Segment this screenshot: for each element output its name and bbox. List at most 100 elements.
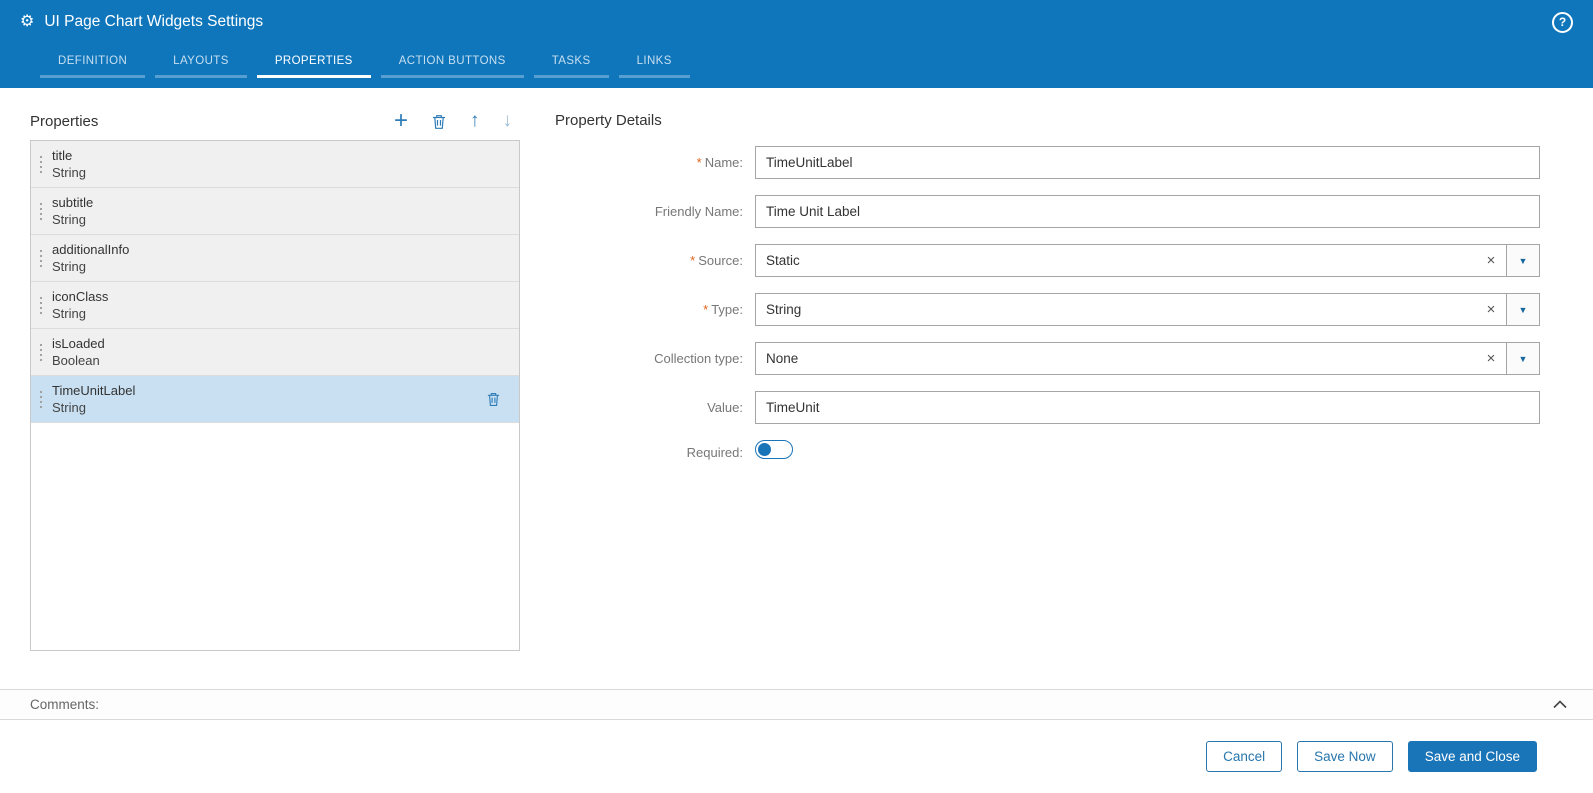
property-name: title	[52, 148, 73, 163]
properties-toolbar: + ↑ ↓	[394, 109, 513, 133]
main-content: Properties + ↑ ↓ title String subtitle S…	[0, 88, 1593, 689]
property-row-title[interactable]: title String	[31, 141, 519, 188]
footer-actions: Cancel Save Now Save and Close	[0, 720, 1593, 793]
property-row-additionalinfo[interactable]: additionalInfo String	[31, 235, 519, 282]
help-icon[interactable]: ?	[1552, 11, 1573, 33]
required-asterisk: *	[690, 253, 696, 268]
type-combobox[interactable]: String × ▼	[755, 293, 1540, 326]
properties-list: title String subtitle String additionalI…	[30, 140, 520, 651]
property-type: Boolean	[52, 353, 100, 368]
form-row-friendly-name: Friendly Name:	[555, 195, 1540, 228]
type-label: Type:	[711, 302, 743, 317]
property-details-heading: Property Details	[555, 112, 662, 129]
form-row-required: Required:	[555, 440, 1540, 464]
delete-row-button[interactable]	[486, 391, 509, 407]
clear-icon[interactable]: ×	[1476, 343, 1506, 374]
page-title: UI Page Chart Widgets Settings	[44, 13, 264, 30]
required-asterisk: *	[703, 302, 709, 317]
tab-bar: DEFINITION LAYOUTS PROPERTIES ACTION BUT…	[0, 44, 1593, 78]
properties-heading: Properties	[30, 112, 99, 130]
save-now-button[interactable]: Save Now	[1297, 741, 1393, 772]
required-toggle[interactable]	[755, 440, 793, 459]
tab-tasks[interactable]: TASKS	[533, 49, 609, 78]
source-combobox[interactable]: Static × ▼	[755, 244, 1540, 277]
drag-handle-icon[interactable]	[39, 296, 43, 315]
tab-definition[interactable]: DEFINITION	[40, 49, 146, 78]
collection-type-value[interactable]: None	[756, 343, 1476, 374]
drag-handle-icon[interactable]	[39, 155, 43, 174]
form-row-value: Value:	[555, 391, 1540, 424]
drag-handle-icon[interactable]	[39, 343, 43, 362]
property-row-subtitle[interactable]: subtitle String	[31, 188, 519, 235]
property-row-text: TimeUnitLabel String	[52, 383, 135, 415]
chevron-down-icon[interactable]: ▼	[1506, 294, 1539, 325]
collection-type-label: Collection type:	[654, 351, 743, 366]
friendly-name-input[interactable]	[755, 195, 1540, 228]
property-row-iconclass[interactable]: iconClass String	[31, 282, 519, 329]
collection-type-combobox[interactable]: None × ▼	[755, 342, 1540, 375]
value-label: Value:	[707, 400, 743, 415]
value-input[interactable]	[755, 391, 1540, 424]
source-label: Source:	[698, 253, 743, 268]
clear-icon[interactable]: ×	[1476, 245, 1506, 276]
add-property-button[interactable]: +	[394, 109, 408, 133]
chevron-up-icon[interactable]	[1553, 700, 1567, 709]
property-type: String	[52, 400, 86, 415]
property-row-text: title String	[52, 148, 86, 180]
drag-handle-icon[interactable]	[39, 249, 43, 268]
tab-layouts[interactable]: LAYOUTS	[155, 49, 247, 78]
source-value[interactable]: Static	[756, 245, 1476, 276]
form-row-type: * Type: String × ▼	[555, 293, 1540, 326]
trash-icon	[487, 393, 500, 406]
type-value[interactable]: String	[756, 294, 1476, 325]
property-row-text: isLoaded Boolean	[52, 336, 105, 368]
tab-links[interactable]: LINKS	[618, 49, 690, 78]
property-row-text: subtitle String	[52, 195, 93, 227]
delete-property-button[interactable]	[431, 113, 447, 130]
property-name: iconClass	[52, 289, 109, 304]
property-row-timeunitlabel[interactable]: TimeUnitLabel String	[31, 376, 519, 423]
name-label: Name:	[704, 155, 743, 170]
tab-action-buttons[interactable]: ACTION BUTTONS	[380, 49, 524, 78]
save-and-close-button[interactable]: Save and Close	[1407, 741, 1537, 772]
properties-panel: Properties + ↑ ↓ title String subtitle S…	[30, 109, 520, 689]
clear-icon[interactable]: ×	[1476, 294, 1506, 325]
comments-bar: Comments:	[0, 689, 1593, 720]
friendly-name-label: Friendly Name:	[654, 204, 743, 219]
property-details-panel: Property Details *Name: Friendly Name: *…	[555, 112, 1593, 689]
cancel-button[interactable]: Cancel	[1206, 741, 1283, 772]
drag-handle-icon[interactable]	[39, 202, 43, 221]
friendly-name-label-wrap: Friendly Name:	[555, 204, 755, 219]
collection-type-label-wrap: Collection type:	[555, 351, 755, 366]
form-row-source: * Source: Static × ▼	[555, 244, 1540, 277]
property-row-isloaded[interactable]: isLoaded Boolean	[31, 329, 519, 376]
required-asterisk: *	[696, 155, 702, 170]
chevron-down-icon[interactable]: ▼	[1506, 245, 1539, 276]
form-row-collection-type: Collection type: None × ▼	[555, 342, 1540, 375]
property-name: additionalInfo	[52, 242, 130, 257]
type-label-wrap: * Type:	[555, 302, 755, 317]
gear-icon: ⚙	[20, 13, 35, 30]
name-input[interactable]	[755, 146, 1540, 179]
move-down-button[interactable]: ↓	[503, 111, 513, 130]
property-type: String	[52, 259, 86, 274]
value-label-wrap: Value:	[555, 400, 755, 415]
trash-icon	[433, 114, 445, 129]
property-type: String	[52, 212, 86, 227]
app-header: ⚙ UI Page Chart Widgets Settings ? DEFIN…	[0, 0, 1593, 88]
title-bar: ⚙ UI Page Chart Widgets Settings ?	[0, 0, 1593, 44]
move-up-button[interactable]: ↑	[470, 111, 480, 130]
form-row-name: * Name:	[555, 146, 1540, 179]
property-name: subtitle	[52, 195, 94, 210]
tab-properties[interactable]: PROPERTIES	[256, 49, 371, 78]
drag-handle-icon[interactable]	[39, 390, 43, 409]
comments-label: Comments:	[30, 697, 100, 712]
properties-panel-header: Properties + ↑ ↓	[30, 109, 520, 133]
property-name: TimeUnitLabel	[52, 383, 136, 398]
property-type: String	[52, 165, 86, 180]
required-label: Required:	[686, 444, 743, 460]
toggle-knob	[758, 443, 771, 456]
property-row-text: additionalInfo String	[52, 242, 129, 274]
name-label-wrap: * Name:	[555, 155, 755, 170]
chevron-down-icon[interactable]: ▼	[1506, 343, 1539, 374]
